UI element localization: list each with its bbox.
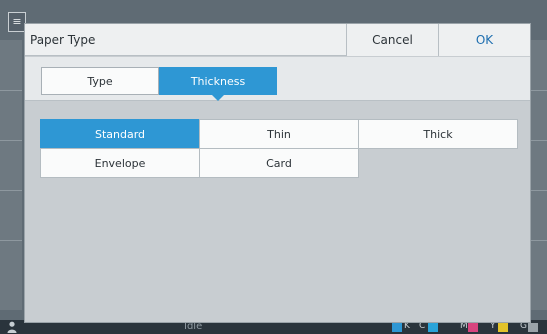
background-divider: [0, 240, 22, 241]
option-thick[interactable]: Thick: [358, 119, 518, 149]
option-envelope[interactable]: Envelope: [40, 148, 200, 178]
paper-type-dialog: Paper Type Cancel OK Type Thickness Stan…: [24, 23, 531, 323]
background-divider: [0, 190, 22, 191]
background-divider: [0, 90, 22, 91]
ink-swatch: [528, 323, 538, 332]
ok-button[interactable]: OK: [438, 24, 530, 56]
ink-swatch: [468, 323, 478, 332]
tab-bar: Type Thickness: [25, 57, 530, 101]
background-right-panel: [529, 40, 547, 310]
cancel-button[interactable]: Cancel: [346, 24, 438, 56]
user-icon[interactable]: [7, 321, 17, 333]
ink-swatch: [392, 323, 402, 332]
background-divider: [529, 140, 547, 141]
dialog-header: Paper Type Cancel OK: [25, 24, 530, 56]
background-divider: [529, 240, 547, 241]
ink-swatch: [428, 323, 438, 332]
background-divider: [0, 140, 22, 141]
ink-swatch: [498, 323, 508, 332]
dialog-title: Paper Type: [30, 33, 96, 47]
selected-tab-pointer: [212, 95, 224, 101]
background-divider: [529, 190, 547, 191]
option-standard[interactable]: Standard: [40, 119, 200, 149]
option-thin[interactable]: Thin: [199, 119, 359, 149]
option-card[interactable]: Card: [199, 148, 359, 178]
tab-thickness[interactable]: Thickness: [159, 67, 277, 95]
tab-type[interactable]: Type: [41, 67, 159, 95]
background-divider: [529, 90, 547, 91]
background-left-panel: [0, 40, 22, 310]
